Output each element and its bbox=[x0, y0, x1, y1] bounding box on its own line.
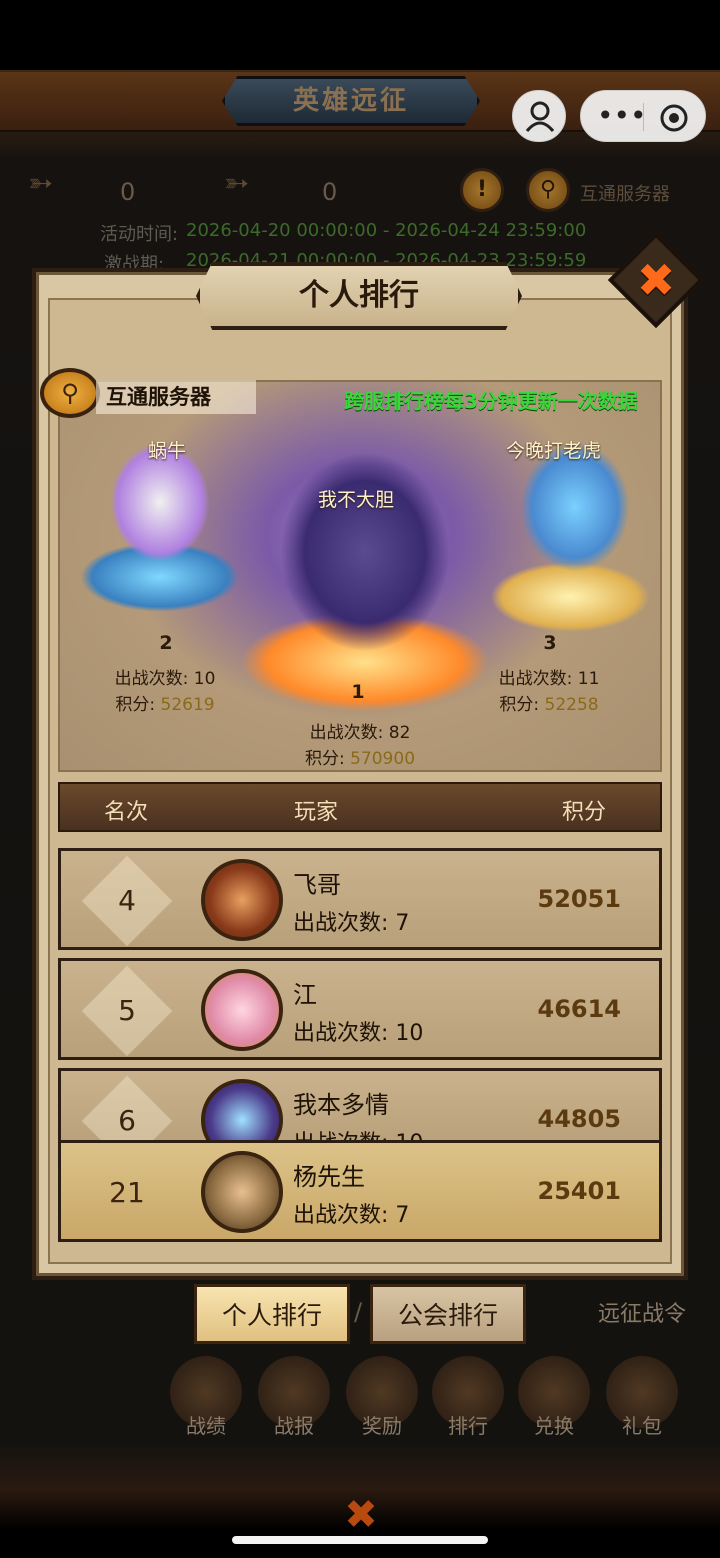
row-name: 江 bbox=[293, 981, 317, 1009]
nav-ranking[interactable]: 排行 bbox=[428, 1410, 508, 1439]
nav-gift[interactable]: 礼包 bbox=[602, 1410, 682, 1439]
activity-label: 活动时间: bbox=[100, 224, 179, 245]
horn-icon: ➳ bbox=[28, 166, 54, 201]
nav-record[interactable]: 战绩 bbox=[166, 1410, 246, 1439]
info-icon[interactable]: ! bbox=[460, 168, 504, 212]
podium-battles-3: 出战次数: 11 bbox=[498, 669, 600, 689]
podium-battles-2: 出战次数: 10 bbox=[114, 669, 216, 689]
expedition-pass-label[interactable]: 远征战令 bbox=[598, 1296, 686, 1328]
panel-title: 个人排行 bbox=[196, 262, 522, 330]
activity-time: 2026-04-20 00:00:00 - 2026-04-24 23:59:0… bbox=[186, 220, 587, 241]
row-score: 44805 bbox=[537, 1105, 622, 1133]
podium-server-label: 互通服务器 bbox=[96, 380, 256, 414]
row-name: 杨先生 bbox=[293, 1163, 365, 1191]
profile-button[interactable] bbox=[512, 90, 566, 142]
podium-name-3: 今晚打老虎 bbox=[506, 440, 602, 462]
more-icon[interactable]: ••• bbox=[597, 99, 647, 132]
avatar[interactable] bbox=[201, 969, 283, 1051]
server-label: 互通服务器 bbox=[580, 184, 670, 205]
podium-score-3: 积分: 52258 bbox=[499, 695, 599, 715]
podium-name-1: 我不大胆 bbox=[318, 489, 395, 511]
podium-rank-3: 3 bbox=[543, 632, 557, 654]
mini-program-capsule: ••• bbox=[580, 90, 706, 142]
podium-name-2: 蜗牛 bbox=[148, 440, 187, 462]
nav-reward[interactable]: 奖励 bbox=[342, 1410, 422, 1439]
podium-score-2: 积分: 52619 bbox=[115, 695, 215, 715]
row-rank: 5 bbox=[118, 994, 136, 1027]
avatar[interactable] bbox=[201, 859, 283, 941]
row-rank: 21 bbox=[109, 1176, 145, 1209]
row-name: 我本多情 bbox=[293, 1091, 389, 1119]
avatar[interactable] bbox=[201, 1151, 283, 1233]
person-icon bbox=[525, 101, 555, 132]
row-score: 25401 bbox=[537, 1177, 622, 1205]
tab-guild-ranking[interactable]: 公会排行 bbox=[370, 1284, 526, 1344]
ranking-table-header: 名次 玩家 积分 bbox=[58, 782, 662, 832]
table-row[interactable]: 5 江 出战次数: 10 46614 bbox=[58, 958, 662, 1060]
search-icon[interactable]: ⚲ bbox=[526, 168, 570, 212]
horn1-value: 0 bbox=[120, 178, 136, 206]
podium-battles-1: 出战次数: 82 bbox=[309, 723, 411, 743]
row-battles: 出战次数: 10 bbox=[293, 1021, 424, 1046]
podium-rank-2: 2 bbox=[159, 632, 173, 654]
home-indicator[interactable] bbox=[232, 1536, 488, 1544]
update-note: 跨服排行榜每3分钟更新一次数据 bbox=[344, 389, 638, 413]
capsule-divider bbox=[643, 103, 644, 131]
bottom-close-icon[interactable]: ✖ bbox=[336, 1490, 386, 1540]
my-rank-row[interactable]: 21 杨先生 出战次数: 7 25401 bbox=[58, 1140, 662, 1242]
tab-separator: / bbox=[354, 1298, 363, 1326]
table-row[interactable]: 4 飞哥 出战次数: 7 52051 bbox=[58, 848, 662, 950]
nav-report[interactable]: 战报 bbox=[254, 1410, 334, 1439]
server-search-icon[interactable]: ⚲ bbox=[40, 368, 100, 418]
row-battles: 出战次数: 7 bbox=[293, 911, 410, 936]
nav-exchange[interactable]: 兑换 bbox=[514, 1410, 594, 1439]
avatar[interactable] bbox=[201, 1079, 283, 1145]
row-score: 52051 bbox=[537, 885, 622, 913]
column-score: 积分 bbox=[562, 800, 607, 825]
podium-rank-1: 1 bbox=[351, 681, 365, 703]
column-player: 玩家 bbox=[294, 800, 339, 825]
horn2-value: 0 bbox=[322, 178, 338, 206]
column-rank: 名次 bbox=[104, 800, 149, 825]
close-miniprogram-icon[interactable] bbox=[659, 103, 689, 133]
horn-icon: ➳ bbox=[224, 166, 250, 201]
row-battles: 出战次数: 7 bbox=[293, 1203, 410, 1228]
row-rank: 4 bbox=[118, 884, 136, 917]
hero-avatar-1[interactable] bbox=[280, 452, 450, 652]
podium-base-3 bbox=[490, 562, 650, 632]
row-name: 飞哥 bbox=[293, 871, 341, 899]
row-score: 46614 bbox=[537, 995, 622, 1023]
table-row[interactable]: 6 我本多情 出战次数: 10 44805 bbox=[58, 1068, 662, 1148]
game-title: 英雄远征 bbox=[222, 76, 480, 126]
podium-score-1: 积分: 570900 bbox=[304, 749, 416, 769]
close-icon[interactable]: ✖ bbox=[630, 252, 682, 308]
tab-personal-ranking[interactable]: 个人排行 bbox=[194, 1284, 350, 1344]
